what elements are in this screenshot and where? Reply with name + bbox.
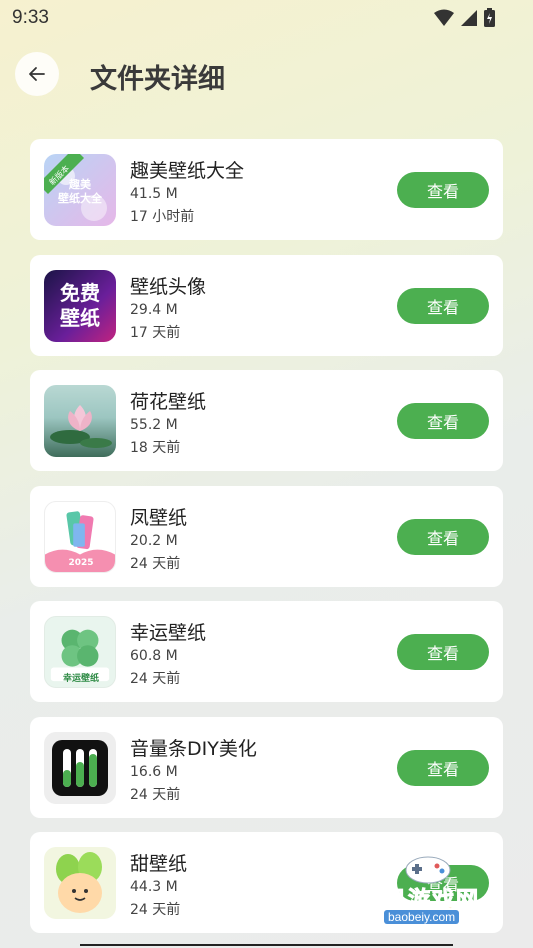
item-time: 24 天前 <box>130 902 181 918</box>
list-item[interactable]: 幸运壁纸 幸运壁纸 60.8 M 24 天前 查看 <box>30 601 503 702</box>
list-item[interactable]: 2025 凤壁纸 20.2 M 24 天前 查看 <box>30 485 503 587</box>
status-icons <box>434 8 495 27</box>
file-list: 新版本 趣美 壁纸大全 趣美壁纸大全 41.5 M 17 小时前 查看 免费 壁… <box>30 139 503 948</box>
view-button[interactable]: 查看 <box>397 518 489 555</box>
status-time: 9:33 <box>12 7 49 28</box>
item-name: 荷花壁纸 <box>130 391 207 413</box>
thumb-text: 免费 壁纸 <box>60 280 100 330</box>
app-icon: 新版本 趣美 壁纸大全 <box>44 154 116 226</box>
item-size: 20.2 M <box>130 532 178 549</box>
item-size: 29.4 M <box>130 301 178 318</box>
view-button[interactable]: 查看 <box>397 403 489 439</box>
item-time: 24 天前 <box>130 786 181 803</box>
app-icon: 2025 <box>44 500 116 573</box>
view-button[interactable]: 查看 <box>397 287 489 324</box>
item-size: 44.3 M <box>130 879 178 895</box>
header: 文件夹详细 <box>0 44 533 104</box>
app-icon <box>44 847 116 919</box>
view-button[interactable]: 查看 <box>397 634 489 670</box>
item-time: 17 小时前 <box>130 209 195 225</box>
back-button[interactable] <box>15 52 59 96</box>
item-name: 幸运壁纸 <box>130 622 207 644</box>
thumb-text: 趣美 壁纸大全 <box>58 178 102 205</box>
home-indicator <box>80 944 453 946</box>
app-icon <box>44 385 116 457</box>
item-name: 甜壁纸 <box>130 853 188 875</box>
item-name: 壁纸头像 <box>130 275 207 298</box>
status-bar: 9:33 <box>0 0 533 36</box>
app-icon: 幸运壁纸 <box>44 616 116 688</box>
gamepad-icon <box>405 856 451 884</box>
item-time: 24 天前 <box>130 671 181 687</box>
wifi-icon <box>434 9 454 26</box>
signal-icon <box>461 9 477 26</box>
list-item[interactable]: 免费 壁纸 壁纸头像 29.4 M 17 天前 查看 <box>30 254 503 356</box>
list-item[interactable]: 音量条DIY美化 16.6 M 24 天前 查看 <box>30 716 503 818</box>
item-name: 凤壁纸 <box>130 506 188 529</box>
page-title: 文件夹详细 <box>90 64 225 95</box>
item-time: 17 天前 <box>130 324 181 341</box>
item-name: 趣美壁纸大全 <box>130 160 245 182</box>
battery-icon <box>484 8 495 27</box>
item-size: 16.6 M <box>130 763 178 780</box>
item-size: 55.2 M <box>130 417 178 433</box>
thumb-text: 幸运壁纸 <box>62 674 99 684</box>
arrow-left-icon <box>29 67 45 81</box>
app-icon <box>44 731 116 804</box>
app-icon: 免费 壁纸 <box>44 269 116 342</box>
list-item[interactable]: 新版本 趣美 壁纸大全 趣美壁纸大全 41.5 M 17 小时前 查看 <box>30 139 503 240</box>
view-button[interactable]: 查看 <box>397 749 489 786</box>
item-time: 18 天前 <box>130 440 181 456</box>
list-item[interactable]: 荷花壁纸 55.2 M 18 天前 查看 <box>30 370 503 471</box>
thumb-text: 2025 <box>68 557 94 568</box>
watermark-url: baobeiy.com <box>384 910 460 924</box>
view-button[interactable]: 查看 <box>397 172 489 208</box>
watermark: 宝贝游戏网 baobeiy.com <box>358 850 498 930</box>
item-name: 音量条DIY美化 <box>130 737 257 760</box>
item-size: 60.8 M <box>130 648 178 664</box>
item-time: 24 天前 <box>130 555 181 572</box>
item-size: 41.5 M <box>130 186 178 202</box>
